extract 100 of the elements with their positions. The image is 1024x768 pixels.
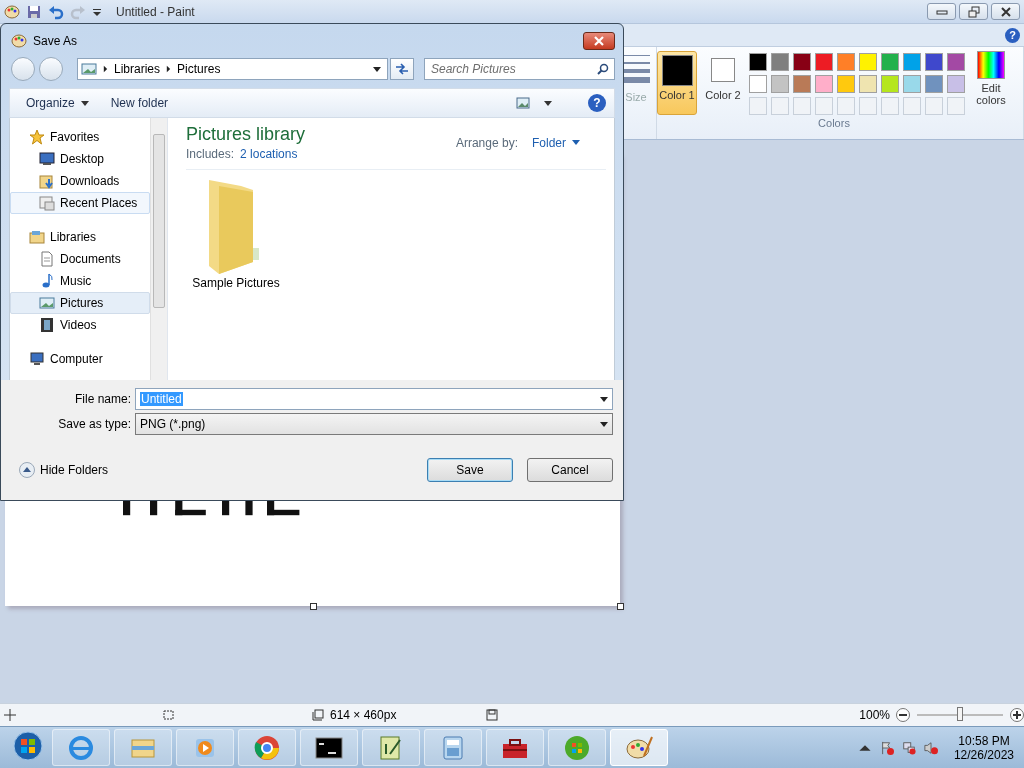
resize-handle[interactable]: [310, 603, 317, 610]
empty-color-slot[interactable]: [859, 97, 877, 115]
palette-icon[interactable]: [4, 3, 20, 20]
nav-item[interactable]: Music: [10, 270, 150, 292]
dropdown-caret-icon[interactable]: [544, 100, 552, 106]
minimize-icon: [935, 7, 948, 16]
hide-folders-button[interactable]: Hide Folders: [9, 462, 109, 478]
forward-button[interactable]: [39, 57, 63, 81]
nav-item[interactable]: Desktop: [10, 148, 150, 170]
organize-menu[interactable]: Organize: [18, 94, 97, 112]
palette-icon: [11, 33, 27, 49]
nav-item[interactable]: Documents: [10, 248, 150, 270]
color-swatch[interactable]: [771, 53, 789, 71]
color-swatch[interactable]: [815, 53, 833, 71]
undo-icon[interactable]: [48, 3, 64, 20]
zoom-slider-thumb[interactable]: [957, 707, 963, 721]
help-button[interactable]: ?: [1005, 27, 1020, 43]
nav-item[interactable]: Recent Places: [10, 192, 150, 214]
save-as-type-dropdown[interactable]: PNG (*.png): [135, 413, 613, 435]
clock[interactable]: 10:58 PM 12/26/2023: [953, 733, 1014, 762]
color-swatch[interactable]: [903, 53, 921, 71]
empty-color-slot[interactable]: [881, 97, 899, 115]
zoom-level: 100%: [859, 708, 890, 722]
redo-icon[interactable]: [70, 3, 86, 20]
color-swatch[interactable]: [793, 75, 811, 93]
minimize-button[interactable]: [927, 3, 956, 20]
clock-time: 10:58 PM: [958, 733, 1010, 748]
refresh-button[interactable]: [390, 58, 414, 80]
empty-color-slot[interactable]: [947, 97, 965, 115]
color-swatch[interactable]: [859, 75, 877, 93]
empty-color-slot[interactable]: [815, 97, 833, 115]
breadcrumb-item[interactable]: Pictures: [177, 62, 221, 76]
color-swatch[interactable]: [815, 75, 833, 93]
desktop-icon: [39, 151, 55, 167]
color-2-button[interactable]: Color 2: [703, 51, 743, 115]
arrange-by-dropdown[interactable]: Folder: [532, 135, 580, 150]
taskbar-button[interactable]: [300, 729, 358, 766]
edit-colors-button[interactable]: Edit colors: [971, 51, 1011, 106]
empty-color-slot[interactable]: [837, 97, 855, 115]
empty-color-slot[interactable]: [749, 97, 767, 115]
color-swatch[interactable]: [881, 75, 899, 93]
zoom-in-button[interactable]: [1010, 708, 1024, 722]
nav-item[interactable]: Computer: [10, 348, 150, 370]
color-swatch[interactable]: [881, 53, 899, 71]
color-swatch[interactable]: [947, 53, 965, 71]
picture-icon: [39, 295, 55, 311]
caret-icon: [80, 100, 89, 106]
nav-item[interactable]: Downloads: [10, 170, 150, 192]
color-swatch[interactable]: [749, 53, 767, 71]
dialog-button[interactable]: Save: [427, 458, 513, 482]
search-field[interactable]: Search Pictures: [424, 58, 615, 80]
zoom-out-button[interactable]: [896, 708, 910, 722]
back-button[interactable]: [11, 57, 35, 81]
video-icon: [39, 317, 55, 333]
color-swatch[interactable]: [771, 75, 789, 93]
color-swatch[interactable]: [749, 75, 767, 93]
dropdown-caret-icon[interactable]: [92, 6, 102, 17]
save-as-type-label: Save as type:: [57, 417, 132, 431]
color-swatch[interactable]: [925, 75, 943, 93]
scrollbar[interactable]: [150, 118, 167, 380]
plus-icon: [1013, 711, 1021, 719]
speaker-muted-icon[interactable]: [923, 740, 938, 755]
flag-icon[interactable]: [879, 740, 894, 755]
nav-item[interactable]: Favorites: [10, 126, 150, 148]
address-bar[interactable]: Libraries Pictures: [77, 58, 388, 80]
dialog-button[interactable]: Cancel: [527, 458, 613, 482]
close-button[interactable]: [583, 32, 615, 50]
locations-link[interactable]: 2 locations: [240, 147, 298, 161]
breadcrumb-separator-icon[interactable]: [166, 65, 172, 73]
close-button[interactable]: [991, 3, 1020, 20]
nav-item[interactable]: Videos: [10, 314, 150, 336]
empty-color-slot[interactable]: [793, 97, 811, 115]
taskbar-button[interactable]: [486, 729, 544, 766]
breadcrumb-separator-icon[interactable]: [103, 65, 108, 73]
restore-button[interactable]: [959, 3, 988, 20]
color-swatch[interactable]: [925, 53, 943, 71]
empty-color-slot[interactable]: [903, 97, 921, 115]
canvas-size-icon: [312, 709, 324, 721]
cursor-position-icon: [4, 709, 16, 721]
color-swatch[interactable]: [859, 53, 877, 71]
line-size-icon[interactable]: [622, 53, 650, 83]
folder-item[interactable]: Sample Pictures: [186, 176, 286, 290]
dropdown-caret-icon[interactable]: [373, 66, 381, 72]
network-icon[interactable]: [901, 740, 916, 755]
empty-color-slot[interactable]: [925, 97, 943, 115]
help-button[interactable]: ?: [588, 94, 606, 112]
breadcrumb-item[interactable]: Libraries: [114, 62, 161, 76]
save-icon[interactable]: [26, 3, 42, 20]
canvas-dimensions: 614 × 460px: [330, 708, 397, 722]
color-swatch[interactable]: [947, 75, 965, 93]
resize-handle[interactable]: [617, 603, 624, 610]
color-swatch[interactable]: [837, 53, 855, 71]
nav-item[interactable]: Pictures: [10, 292, 150, 314]
color-swatch[interactable]: [903, 75, 921, 93]
nav-item[interactable]: Libraries: [10, 226, 150, 248]
empty-color-slot[interactable]: [771, 97, 789, 115]
new-folder-button[interactable]: New folder: [102, 94, 177, 112]
color-1-button[interactable]: Color 1: [657, 51, 697, 115]
color-swatch[interactable]: [837, 75, 855, 93]
color-swatch[interactable]: [793, 53, 811, 71]
